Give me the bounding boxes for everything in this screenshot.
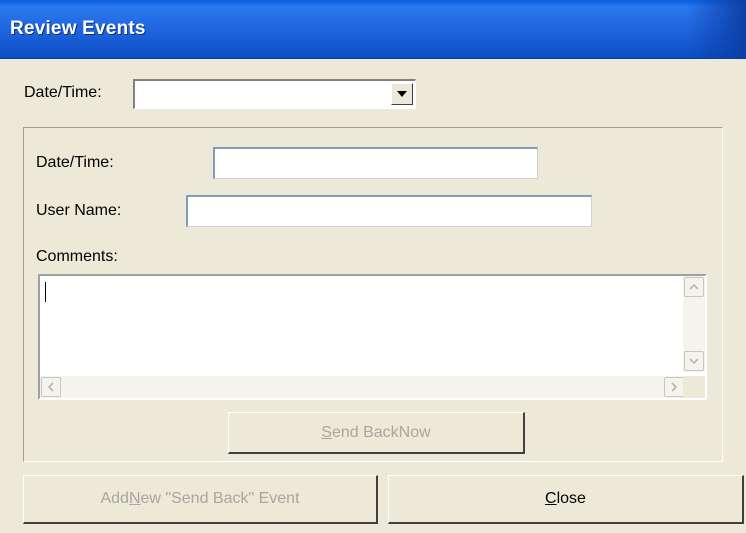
vertical-scrollbar[interactable] bbox=[683, 276, 705, 372]
comments-textarea[interactable] bbox=[38, 274, 707, 400]
add-event-label-pre: Add bbox=[100, 490, 129, 507]
scroll-down-button[interactable] bbox=[684, 351, 704, 371]
horizontal-scrollbar[interactable] bbox=[40, 376, 685, 398]
close-button[interactable]: Close bbox=[388, 475, 744, 524]
close-label-post: lose bbox=[556, 490, 586, 507]
scroll-left-button[interactable] bbox=[41, 377, 61, 397]
add-send-back-event-button[interactable]: Add New "Send Back" Event bbox=[23, 475, 378, 524]
down-arrow-icon bbox=[689, 358, 699, 364]
title-bar-glow bbox=[686, 0, 746, 58]
datetime-field[interactable] bbox=[213, 147, 538, 179]
send-back-now-button[interactable]: Send BackNow bbox=[228, 412, 525, 454]
event-details-panel: Date/Time: User Name: Comments: S end Ba… bbox=[23, 127, 723, 462]
send-back-now-accel: S bbox=[321, 423, 332, 441]
filter-datetime-label: Date/Time: bbox=[24, 84, 102, 101]
scroll-up-button[interactable] bbox=[684, 277, 704, 297]
username-label: User Name: bbox=[36, 202, 122, 219]
up-arrow-icon bbox=[689, 284, 699, 290]
send-back-now-label-post: end BackNow bbox=[331, 423, 431, 441]
scrollbar-corner bbox=[683, 376, 705, 398]
datetime-dropdown[interactable] bbox=[133, 79, 416, 109]
add-event-accel: N bbox=[128, 490, 141, 507]
left-arrow-icon bbox=[48, 382, 54, 392]
dropdown-button[interactable] bbox=[391, 83, 413, 105]
details-datetime-label: Date/Time: bbox=[36, 154, 114, 171]
add-event-label-post: ew "Send Back" Event bbox=[140, 490, 300, 507]
right-arrow-icon bbox=[671, 382, 677, 392]
scroll-right-button[interactable] bbox=[664, 377, 684, 397]
title-bar[interactable]: Review Events bbox=[0, 0, 746, 59]
text-caret bbox=[45, 282, 46, 302]
comments-label: Comments: bbox=[36, 248, 118, 265]
username-field[interactable] bbox=[186, 195, 592, 227]
close-accel: C bbox=[545, 490, 557, 507]
window-title: Review Events bbox=[10, 18, 146, 39]
chevron-down-icon bbox=[397, 91, 407, 97]
